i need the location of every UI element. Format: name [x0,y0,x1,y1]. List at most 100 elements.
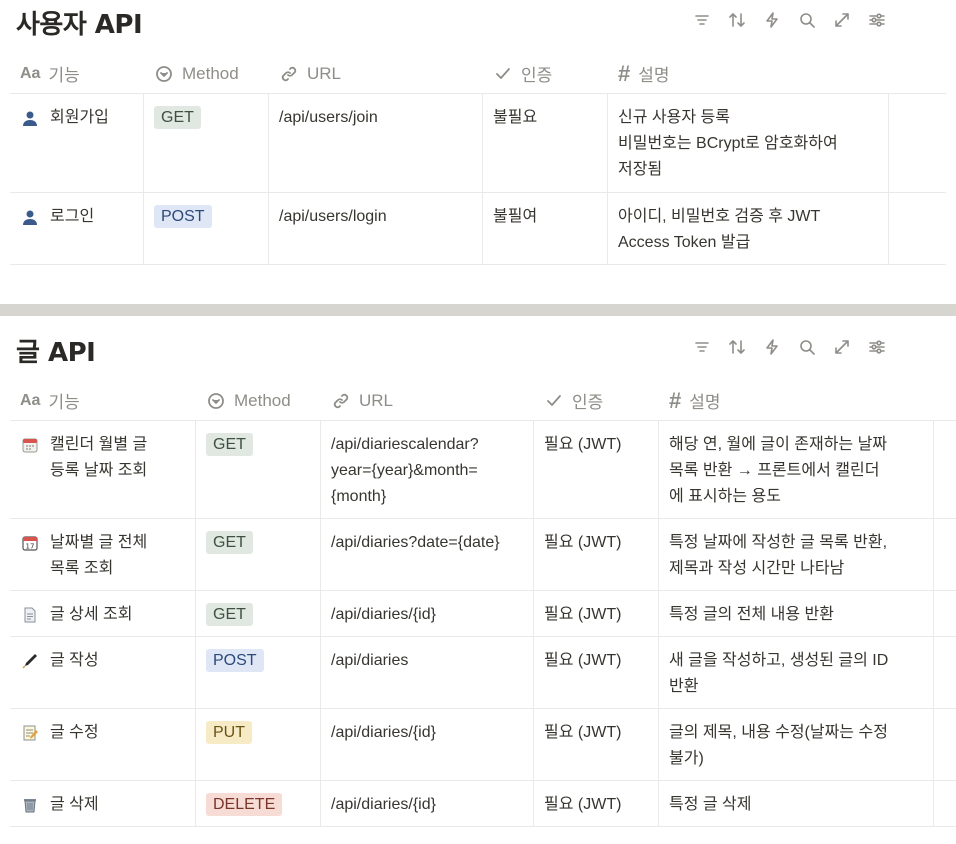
empty-cell[interactable] [934,637,956,708]
auth-text: 필요 (JWT) [544,534,622,551]
table-row[interactable]: 회원가입 GET /api/users/join 불필요 신규 사용자 등록 비… [10,94,946,193]
expand-icon[interactable] [830,335,854,359]
auth-cell[interactable]: 필요 (JWT) [534,709,659,780]
header-url[interactable]: URL [269,54,483,93]
url-cell[interactable]: /api/users/login [269,193,483,264]
empty-cell[interactable] [934,421,956,518]
feature-cell[interactable]: 회원가입 [10,94,144,192]
desc-cell[interactable]: 새 글을 작성하고, 생성된 글의 ID 반환 [659,637,934,708]
method-cell[interactable]: POST [196,637,321,708]
automation-icon[interactable] [760,8,784,32]
url-cell[interactable]: /api/users/join [269,94,483,192]
feature-label-lines: 캘린더 월별 글 등록 날짜 조회 [50,432,147,510]
table-row[interactable]: 글 상세 조회 GET /api/diaries/{id} 필요 (JWT) 특… [10,591,956,637]
header-feature[interactable]: Aa 기능 [10,54,144,93]
feature-cell[interactable]: 캘린더 월별 글 등록 날짜 조회 [10,421,196,518]
method-tag: POST [206,649,264,672]
pen-icon [20,648,40,674]
method-tag: GET [154,106,201,129]
method-tag: DELETE [206,793,283,816]
automation-icon[interactable] [760,335,784,359]
header-method[interactable]: Method [196,381,321,420]
auth-cell[interactable]: 필요 (JWT) [534,781,659,826]
header-url[interactable]: URL [321,381,534,420]
url-cell[interactable]: /api/diaries [321,637,534,708]
auth-cell[interactable]: 불필요 [483,94,608,192]
method-cell[interactable]: DELETE [196,781,321,826]
header-auth[interactable]: 인증 [534,381,659,420]
table-row[interactable]: 글 작성 POST /api/diaries 필요 (JWT) 새 글을 작성하… [10,637,956,709]
desc-cell[interactable]: 글의 제목, 내용 수정(날짜는 수정 불가) [659,709,934,780]
url-cell[interactable]: /api/diaries/{id} [321,709,534,780]
table-row[interactable]: 캘린더 월별 글 등록 날짜 조회 GET /api/diariescalenda… [10,421,956,519]
auth-cell[interactable]: 필요 (JWT) [534,591,659,636]
url-cell[interactable]: /api/diaries/{id} [321,591,534,636]
feature-cell[interactable]: 글 상세 조회 [10,591,196,636]
url-line: {month} [331,488,387,505]
users-api-title: 사용자 API [16,10,143,40]
auth-cell[interactable]: 불필여 [483,193,608,264]
table-row[interactable]: 글 수정 PUT /api/diaries/{id} 필요 (JWT) 글의 제… [10,709,956,781]
desc-cell[interactable]: 특정 글의 전체 내용 반환 [659,591,934,636]
method-cell[interactable]: POST [144,193,269,264]
empty-cell[interactable] [934,709,956,780]
auth-cell[interactable]: 필요 (JWT) [534,637,659,708]
method-tag: GET [206,603,253,626]
empty-cell[interactable] [889,94,946,192]
url-cell[interactable]: /api/diariescalendar? year={year}&month=… [321,421,534,518]
method-cell[interactable]: GET [196,591,321,636]
empty-cell[interactable] [934,519,956,590]
header-auth[interactable]: 인증 [483,54,608,93]
posts-table: Aa 기능 Method URL 인증 # 설명 캘린더 월별 글 등록 날짜 … [10,381,956,827]
empty-cell[interactable] [934,591,956,636]
settings-icon[interactable] [865,335,889,359]
empty-cell[interactable] [889,193,946,264]
desc-line: 아이디, 비밀번호 검증 후 JWT [618,208,821,225]
search-icon[interactable] [795,8,819,32]
sort-icon[interactable] [725,335,749,359]
sort-icon[interactable] [725,8,749,32]
url-cell[interactable]: /api/diaries?date={date} [321,519,534,590]
feature-line: 날짜별 글 전체 [50,534,148,551]
table-row[interactable]: 글 삭제 DELETE /api/diaries/{id} 필요 (JWT) 특… [10,781,956,827]
desc-cell[interactable]: 특정 글 삭제 [659,781,934,826]
method-cell[interactable]: GET [144,94,269,192]
url-cell[interactable]: /api/diaries/{id} [321,781,534,826]
desc-cell[interactable]: 해당 연, 월에 글이 존재하는 날짜 목록 반환 → 프론트에서 캘린더 에 … [659,421,934,518]
text-property-icon: Aa [20,391,41,409]
url-line: /api/diaries/{id} [331,606,436,623]
desc-cell[interactable]: 특정 날짜에 작성한 글 목록 반환, 제목과 작성 시간만 나타남 [659,519,934,590]
select-property-icon [206,391,226,411]
method-cell[interactable]: GET [196,421,321,518]
search-icon[interactable] [795,335,819,359]
desc-cell[interactable]: 아이디, 비밀번호 검증 후 JWT Access Token 발급 [608,193,889,264]
feature-cell[interactable]: 글 삭제 [10,781,196,826]
auth-cell[interactable]: 필요 (JWT) [534,421,659,518]
header-desc[interactable]: # 설명 [608,54,889,93]
posts-api-title: 글 API [16,338,96,368]
table-row[interactable]: 17 날짜별 글 전체 목록 조회 GET /api/diaries?date={… [10,519,956,591]
feature-cell[interactable]: 로그인 [10,193,144,264]
feature-cell[interactable]: 17 날짜별 글 전체 목록 조회 [10,519,196,590]
feature-line: 글 삭제 [50,796,99,813]
table-row[interactable]: 로그인 POST /api/users/login 불필여 아이디, 비밀번호 … [10,193,946,265]
header-desc[interactable]: # 설명 [659,381,934,420]
auth-cell[interactable]: 필요 (JWT) [534,519,659,590]
feature-label-lines: 날짜별 글 전체 목록 조회 [50,530,147,582]
empty-cell[interactable] [934,781,956,826]
header-method[interactable]: Method [144,54,269,93]
method-cell[interactable]: PUT [196,709,321,780]
feature-cell[interactable]: 글 작성 [10,637,196,708]
feature-cell[interactable]: 글 수정 [10,709,196,780]
url-line: /api/diariescalendar? [331,436,479,453]
settings-icon[interactable] [865,8,889,32]
feature-label-lines: 글 삭제 [50,792,99,818]
filter-icon[interactable] [690,335,714,359]
expand-icon[interactable] [830,8,854,32]
person-icon [20,105,40,131]
filter-icon[interactable] [690,8,714,32]
header-feature[interactable]: Aa 기능 [10,381,196,420]
date-calendar-icon: 17 [20,530,40,556]
desc-cell[interactable]: 신규 사용자 등록 비밀번호는 BCrypt로 암호화하여 저장됨 [608,94,889,192]
method-cell[interactable]: GET [196,519,321,590]
